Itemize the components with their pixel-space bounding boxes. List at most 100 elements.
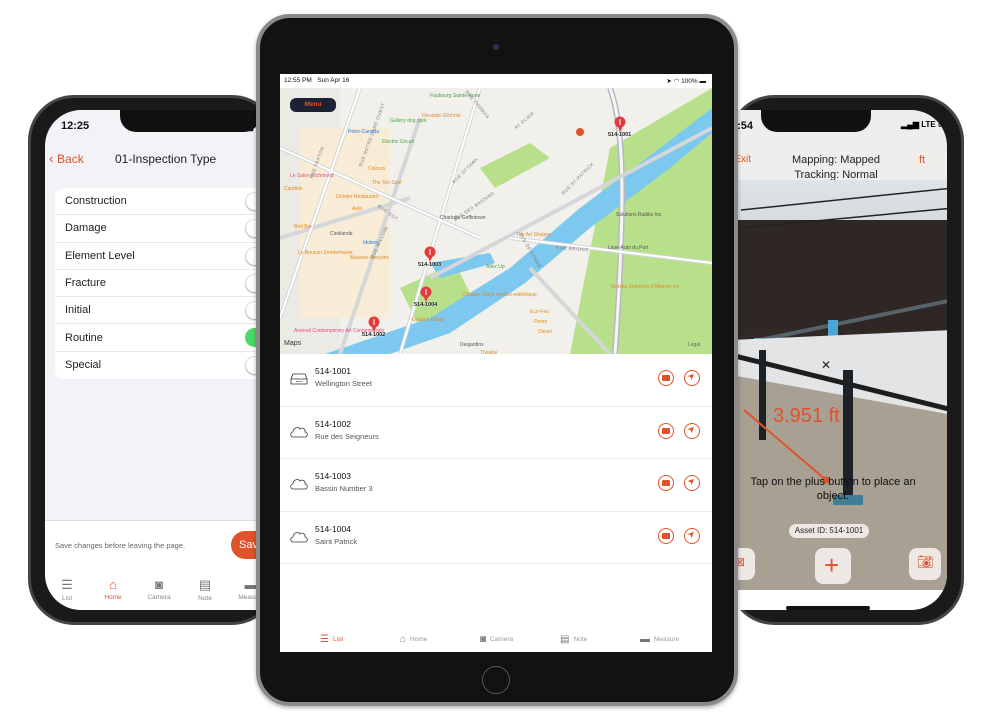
tab-label: List — [61, 595, 73, 602]
status-time: 12:25 — [61, 120, 90, 132]
option-label: Fracture — [65, 277, 106, 290]
map-poi[interactable]: Ayla — [352, 206, 362, 212]
option-label: Damage — [65, 222, 107, 235]
inspection-type-screen: 12:25 ▂▄▆ ◠ ‹ Back 01-Inspection Type Co… — [45, 110, 275, 610]
map-pin-icon[interactable] — [614, 116, 626, 132]
tab-note[interactable]: ▤ Note — [185, 577, 225, 602]
map-pin-label: 514-1001 — [608, 132, 632, 138]
map-pin-label: 514-1004 — [414, 302, 438, 308]
map-poi[interactable]: Desjardins — [460, 342, 484, 348]
mapping-status: Mapping: Mapped — [791, 154, 881, 166]
option-label: Routine — [65, 331, 103, 344]
map-view[interactable]: Menu Petro-Canada Colours The Ten Spot Le S… — [280, 88, 712, 354]
legal-link[interactable]: Legal — [688, 342, 700, 348]
tab-measure[interactable]: ▬ Measure — [640, 634, 679, 645]
user-location-marker[interactable] — [576, 128, 584, 136]
tab-camera[interactable]: ◙ Camera — [480, 634, 513, 645]
tab-list[interactable]: ☰ List — [320, 634, 343, 645]
option-row-fracture: Fracture — [55, 270, 275, 298]
map-poi[interactable]: Gallery dog park — [390, 118, 427, 124]
folder-button[interactable] — [658, 475, 674, 491]
tab-home[interactable]: ⌂ Home — [93, 577, 133, 601]
map-poi[interactable]: Lave-Auto du Port — [608, 245, 648, 251]
battery-icon: ▭ — [935, 120, 946, 129]
navigate-arrow-icon: ➤ — [685, 527, 698, 540]
map-poi[interactable]: Bird Bar — [294, 224, 312, 230]
asset-row[interactable]: 514-1004 Saint Patrick ➤ — [280, 511, 712, 564]
asset-location: Bassin Number 3 — [315, 484, 373, 493]
map-pin-icon[interactable] — [420, 286, 432, 302]
option-row-construction: Construction — [55, 188, 275, 216]
tab-label: List — [332, 636, 344, 643]
asset-row[interactable]: 514-1001 Wellington Street ➤ — [280, 354, 712, 407]
folder-button[interactable] — [658, 422, 674, 439]
map-poi[interactable]: Gestion Patlav — [412, 317, 445, 323]
tab-label: Note — [198, 595, 212, 602]
map-poi[interactable]: The Ten Spot — [372, 180, 402, 186]
folder-icon — [662, 375, 670, 381]
asset-location: Rue des Seigneurs — [315, 431, 379, 441]
navigate-button[interactable]: ➤ — [684, 422, 700, 439]
map-pin-label: 514-1002 — [362, 332, 386, 338]
tab-note[interactable]: ▤ Note — [560, 634, 587, 645]
map-poi[interactable]: Toshiba Solutions d'Affaires Inc — [610, 284, 679, 290]
asset-id: 514-1002 — [315, 418, 351, 429]
map-poi[interactable]: Grinder Restaurant — [336, 194, 379, 200]
map-poi[interactable]: Clinique Chloé médico-esthétique — [462, 292, 537, 298]
unit-toggle-button[interactable]: ft — [906, 150, 938, 170]
snapshot-button[interactable]: 📷︎ — [909, 548, 941, 580]
map-poi[interactable]: Solutions Rubiks Inc. — [616, 212, 663, 218]
tab-camera[interactable]: ◙ Camera — [139, 577, 179, 601]
camera-icon: 📷︎ — [917, 554, 934, 569]
folder-icon — [662, 532, 670, 539]
navigate-button[interactable]: ➤ — [684, 527, 700, 544]
map-poi[interactable]: Allez Up — [486, 264, 505, 270]
signal-icon: ▂▄▆ — [901, 120, 922, 129]
location-icon: ➤ — [666, 78, 672, 85]
home-button[interactable] — [482, 666, 510, 694]
map-poi[interactable]: Perez — [534, 319, 547, 325]
navigate-arrow-icon: ➤ — [685, 422, 698, 435]
tab-label: Home — [410, 636, 428, 643]
tab-home[interactable]: ⌂ Home — [400, 634, 427, 645]
navigate-button[interactable]: ➤ — [684, 370, 700, 386]
camera-icon: ◙ — [155, 577, 163, 592]
map-poi[interactable]: Candide — [284, 186, 303, 192]
measure-screen: 9:54 ▂▄▆ LTE ▭ Exit ft Mapping: Mapped T… — [731, 110, 947, 610]
asset-location: Saint Patrick — [315, 536, 358, 546]
folder-icon — [662, 480, 670, 486]
asset-location: Wellington Street — [315, 379, 372, 388]
back-button[interactable]: ‹ Back — [49, 150, 84, 166]
folder-button[interactable] — [658, 527, 674, 544]
menu-button[interactable]: Menu — [290, 98, 336, 112]
asset-id: 514-1001 — [315, 366, 351, 376]
map-poi[interactable]: Fleuriste Gilchrist — [422, 113, 461, 119]
home-icon: ⌂ — [400, 634, 407, 645]
navigate-button[interactable]: ➤ — [684, 475, 700, 491]
map-poi[interactable]: Eco-Feu — [530, 309, 549, 315]
folder-icon — [662, 427, 670, 434]
battery-label: 100% — [681, 78, 698, 85]
map-poi[interactable]: Cinélande — [330, 231, 353, 237]
status-bar: 12:55 PM Sun Apr 16 ➤ ◠ 100% ▬ — [280, 74, 712, 88]
home-icon: ⌂ — [109, 577, 117, 592]
maps-attribution[interactable]: Maps — [284, 340, 301, 347]
map-pin-icon[interactable] — [424, 246, 436, 262]
map-poi[interactable]: Electric Circuit — [382, 139, 414, 145]
folder-button[interactable] — [658, 370, 674, 386]
note-icon: ▤ — [560, 634, 570, 645]
map-pin-icon[interactable] — [368, 316, 380, 332]
asset-row[interactable]: 514-1002 Rue des Seigneurs ➤ — [280, 406, 712, 459]
tab-list[interactable]: ☰ List — [47, 577, 87, 602]
asset-row[interactable]: 514-1003 Bassin Number 3 ➤ — [280, 459, 712, 512]
option-label: Construction — [65, 195, 127, 208]
map-poi[interactable]: Le Boucan Smokehouse — [298, 250, 352, 256]
footer: Save changes before leaving the page. Sa… — [45, 520, 275, 610]
map-poi[interactable]: Colours — [368, 166, 385, 172]
close-icon[interactable]: ✕ — [821, 358, 831, 372]
add-object-button[interactable]: + — [815, 548, 851, 584]
map-poi[interactable]: Diesel — [538, 329, 552, 335]
tab-label: Camera — [490, 636, 514, 643]
status-time: 12:55 PM — [284, 77, 312, 84]
inspection-type-list: Construction Damage Element Level Fracture I… — [55, 188, 275, 380]
